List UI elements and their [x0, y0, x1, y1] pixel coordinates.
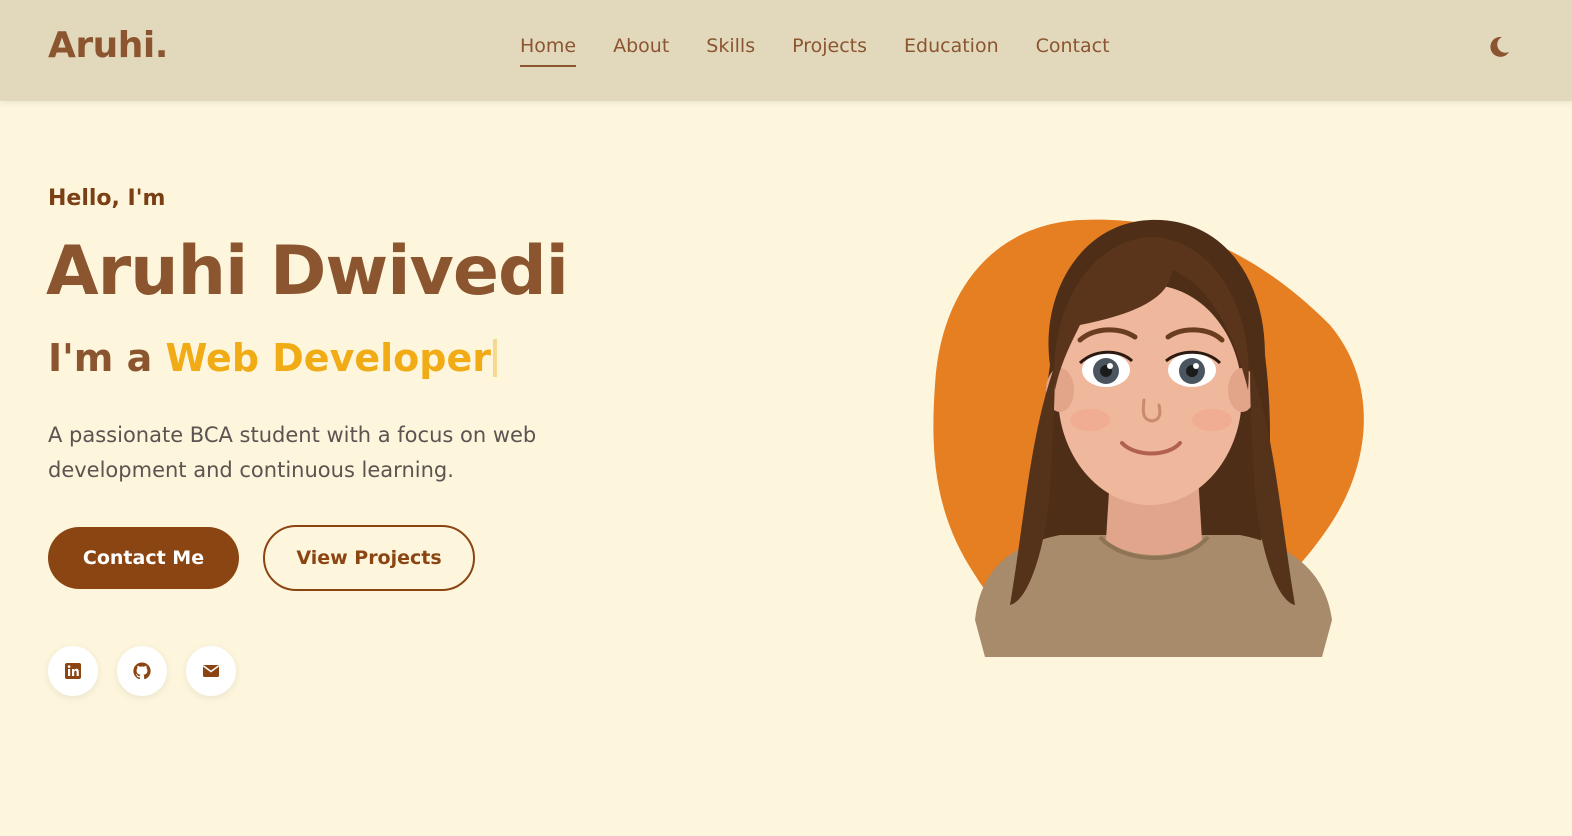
github-link[interactable]	[117, 646, 167, 696]
nav-link-contact[interactable]: Contact	[1036, 35, 1110, 57]
hero-role-prefix: I'm a	[48, 336, 166, 380]
theme-toggle-button[interactable]	[1486, 34, 1512, 60]
typing-cursor	[492, 339, 497, 377]
profile-illustration	[933, 219, 1364, 657]
nav-link-education[interactable]: Education	[904, 35, 999, 57]
site-header: Aruhi. Home About Skills Projects Educat…	[0, 0, 1572, 101]
contact-me-button[interactable]: Contact Me	[48, 527, 239, 589]
hero-description: A passionate BCA student with a focus on…	[48, 423, 537, 482]
hero-name: Aruhi Dwivedi	[46, 232, 569, 311]
envelope-icon	[203, 665, 219, 677]
moon-icon	[1490, 36, 1509, 57]
hero-role: I'm a Web Developer	[48, 336, 497, 380]
linkedin-icon	[65, 663, 81, 679]
nav-link-about[interactable]: About	[613, 35, 669, 57]
email-link[interactable]	[186, 646, 236, 696]
nav-link-home[interactable]: Home	[520, 35, 577, 67]
hero-greeting: Hello, I'm	[48, 186, 166, 211]
hero-role-text: Web Developer	[165, 336, 491, 380]
site-logo[interactable]: Aruhi.	[48, 25, 168, 66]
linkedin-link[interactable]	[48, 646, 98, 696]
github-icon	[133, 662, 151, 680]
nav-link-projects[interactable]: Projects	[792, 35, 867, 57]
main-nav: Home About Skills Projects Education Con…	[520, 35, 1147, 67]
view-projects-button[interactable]: View Projects	[263, 525, 475, 591]
nav-link-skills[interactable]: Skills	[706, 35, 755, 57]
